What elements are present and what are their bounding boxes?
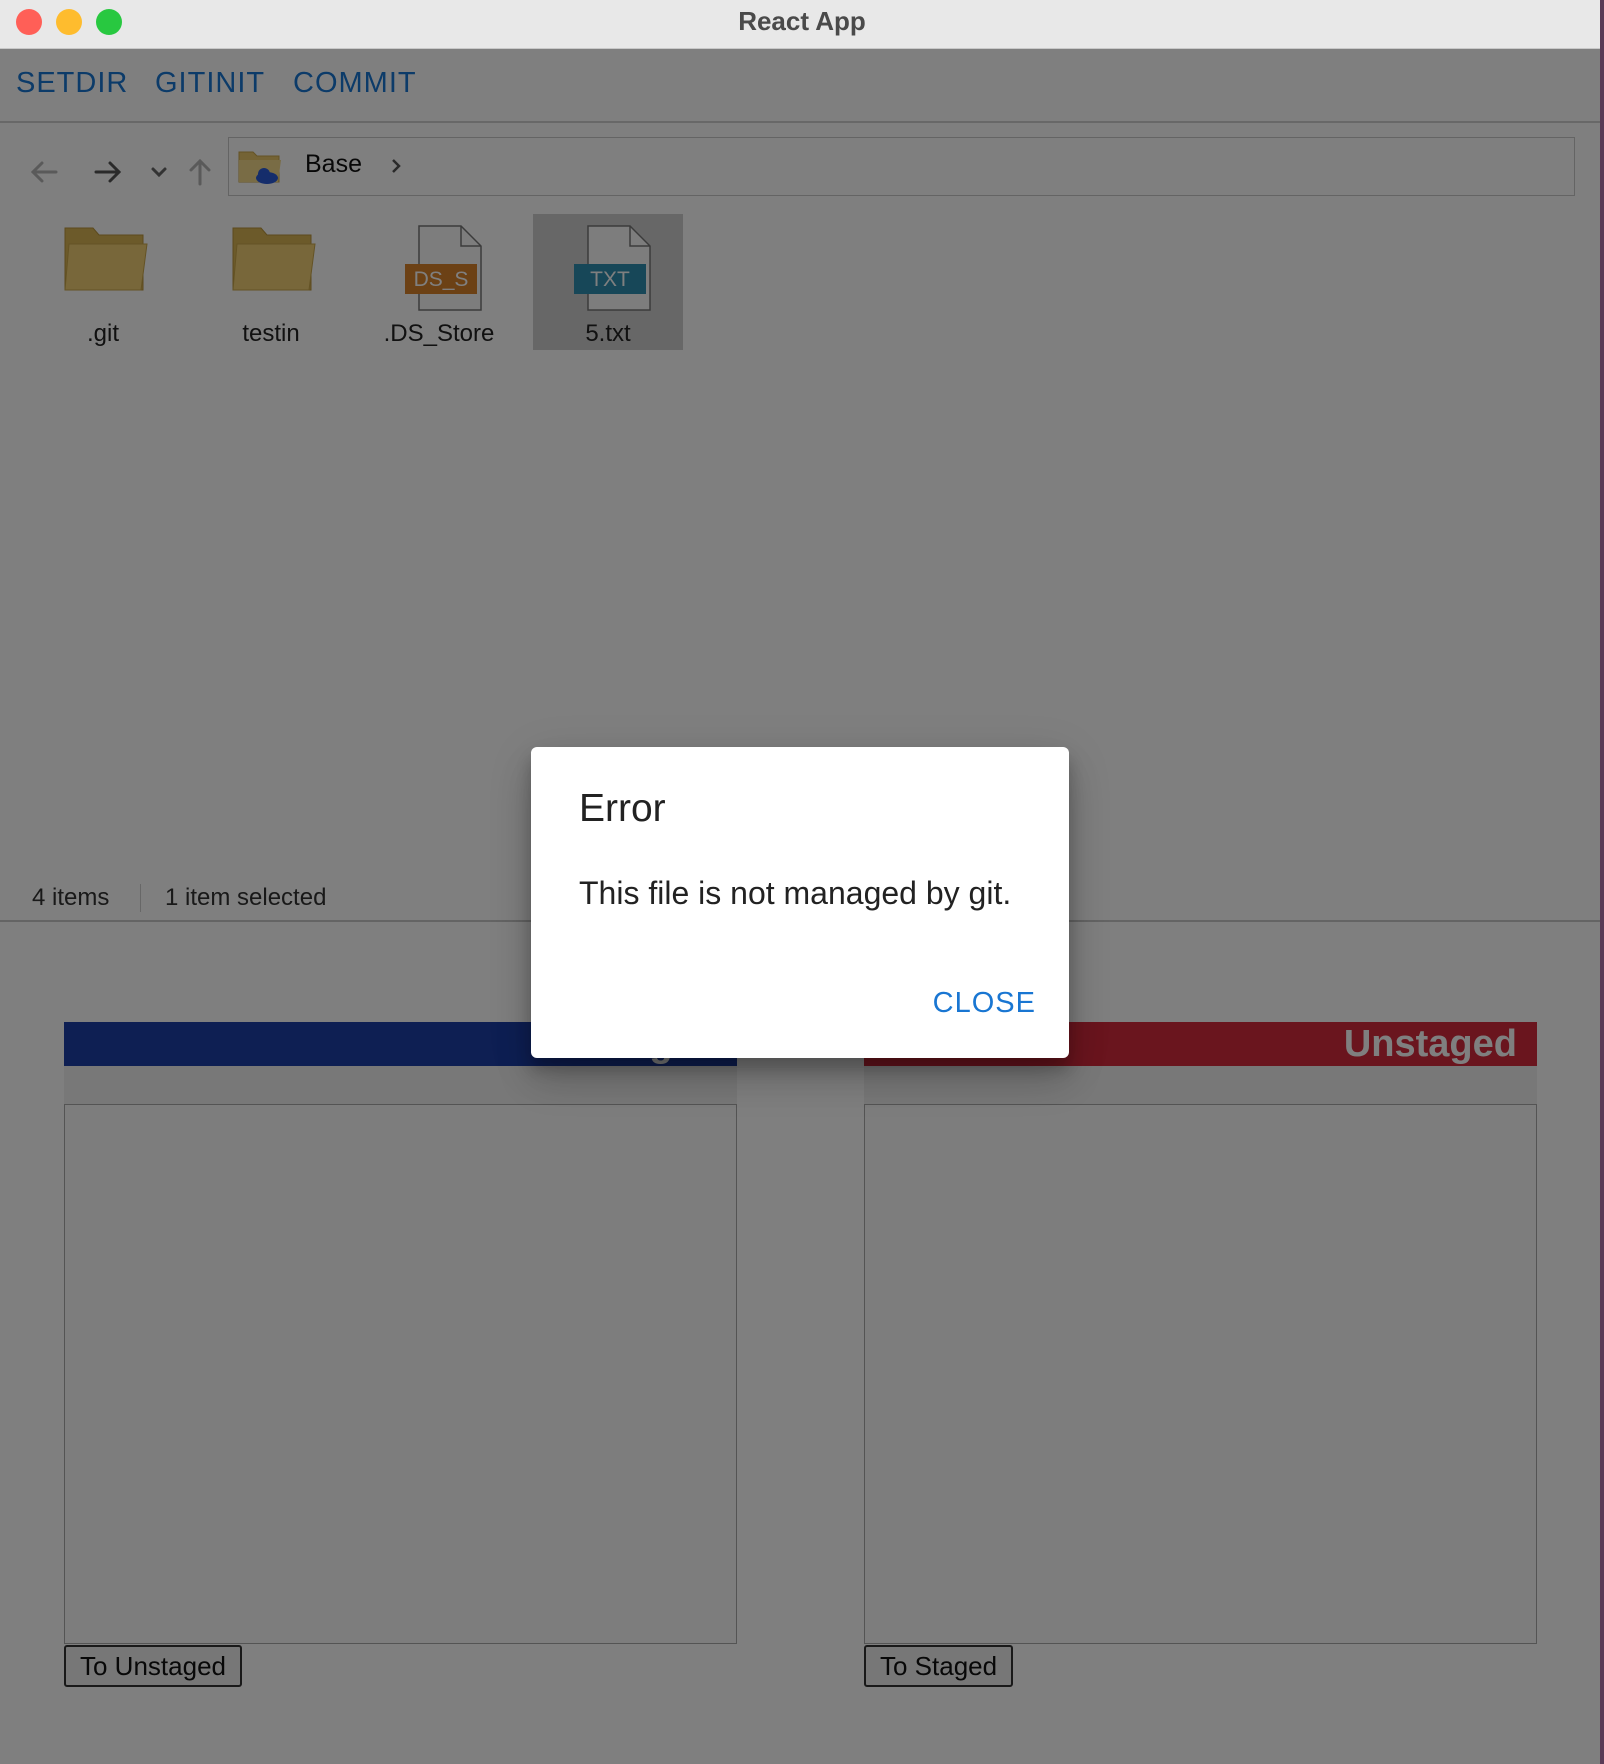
desktop-edge [1600, 0, 1604, 1764]
dialog-title: Error [579, 787, 666, 830]
window-title: React App [738, 6, 866, 36]
app-window: React App SETDIR GITINIT COMMIT Base [0, 0, 1604, 1764]
dialog-message: This file is not managed by git. [579, 875, 1012, 911]
error-dialog: Error This file is not managed by git. C… [531, 747, 1069, 1058]
title-bar: React App [0, 0, 1604, 49]
dialog-close-button[interactable]: CLOSE [933, 987, 1036, 1020]
